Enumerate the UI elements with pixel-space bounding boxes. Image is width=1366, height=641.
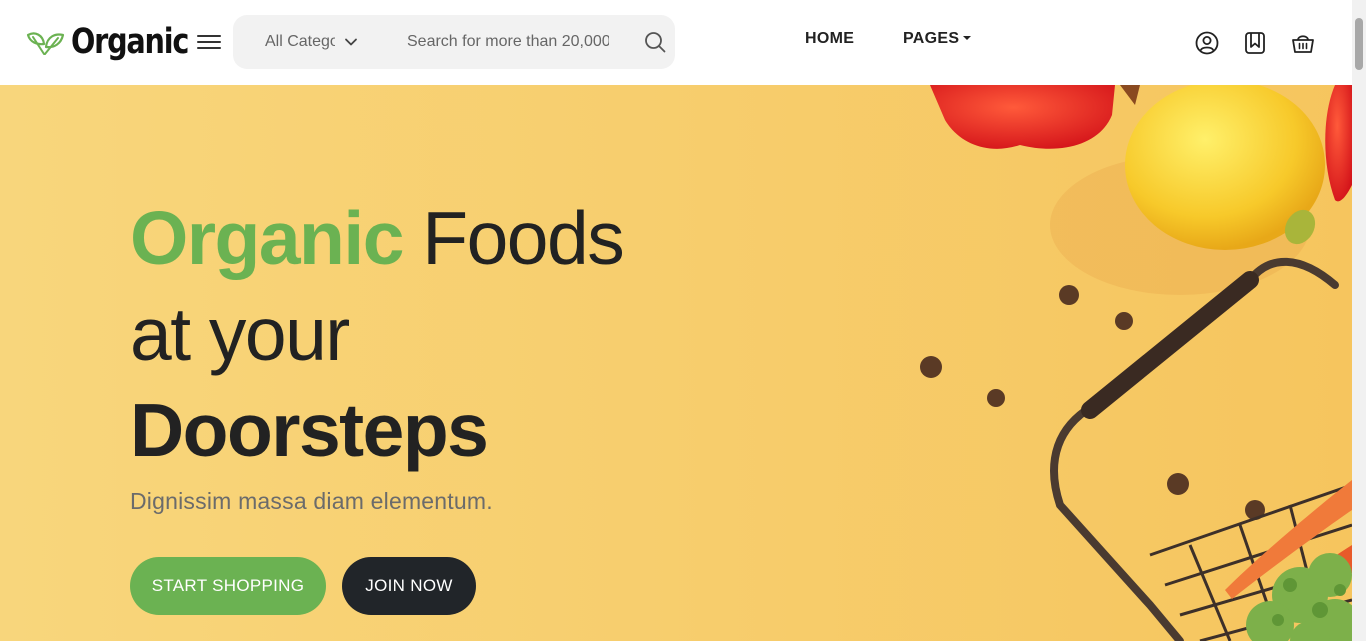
- search-input[interactable]: [407, 15, 609, 69]
- bookmark-icon[interactable]: [1242, 30, 1268, 56]
- search-bar: All Categories: [233, 15, 675, 69]
- chevron-down-icon: [345, 38, 357, 46]
- headline-highlight: Organic: [130, 196, 404, 280]
- basket-icon[interactable]: [1290, 30, 1316, 56]
- headline-line-1: Organic Foods: [130, 190, 625, 286]
- headline-line-3: Doorsteps: [130, 388, 489, 472]
- join-now-button[interactable]: JOIN NOW: [342, 557, 476, 615]
- leaf-logo-icon: [26, 32, 65, 55]
- headline-foods: Foods: [422, 196, 624, 280]
- search-icon[interactable]: [643, 30, 667, 54]
- page: Organic All Categories HOME PAGES: [0, 0, 1366, 641]
- hero-headline: Organic Foods at your Doorsteps: [130, 190, 625, 478]
- hamburger-icon[interactable]: [197, 31, 221, 53]
- nav-pages-label: PAGES: [903, 30, 960, 47]
- logo[interactable]: Organic: [25, 22, 214, 62]
- site-header: Organic All Categories HOME PAGES: [0, 0, 1352, 85]
- logo-text: Organic: [71, 22, 189, 62]
- hero-banner: Organic Foods at your Doorsteps Dignissi…: [0, 85, 1352, 641]
- nav-pages[interactable]: PAGES: [903, 30, 972, 48]
- caret-down-icon: [963, 36, 972, 40]
- hero-subtitle: Dignissim massa diam elementum.: [130, 488, 493, 514]
- nav-home[interactable]: HOME: [805, 30, 854, 48]
- start-shopping-button[interactable]: START SHOPPING: [130, 557, 326, 615]
- category-select-value: All Categories: [265, 33, 335, 50]
- scrollbar-thumb[interactable]: [1355, 18, 1363, 70]
- user-icon[interactable]: [1194, 30, 1220, 56]
- category-select[interactable]: All Categories: [233, 15, 363, 69]
- headline-line-2: at your: [130, 292, 350, 376]
- page-scrollbar[interactable]: [1352, 0, 1366, 641]
